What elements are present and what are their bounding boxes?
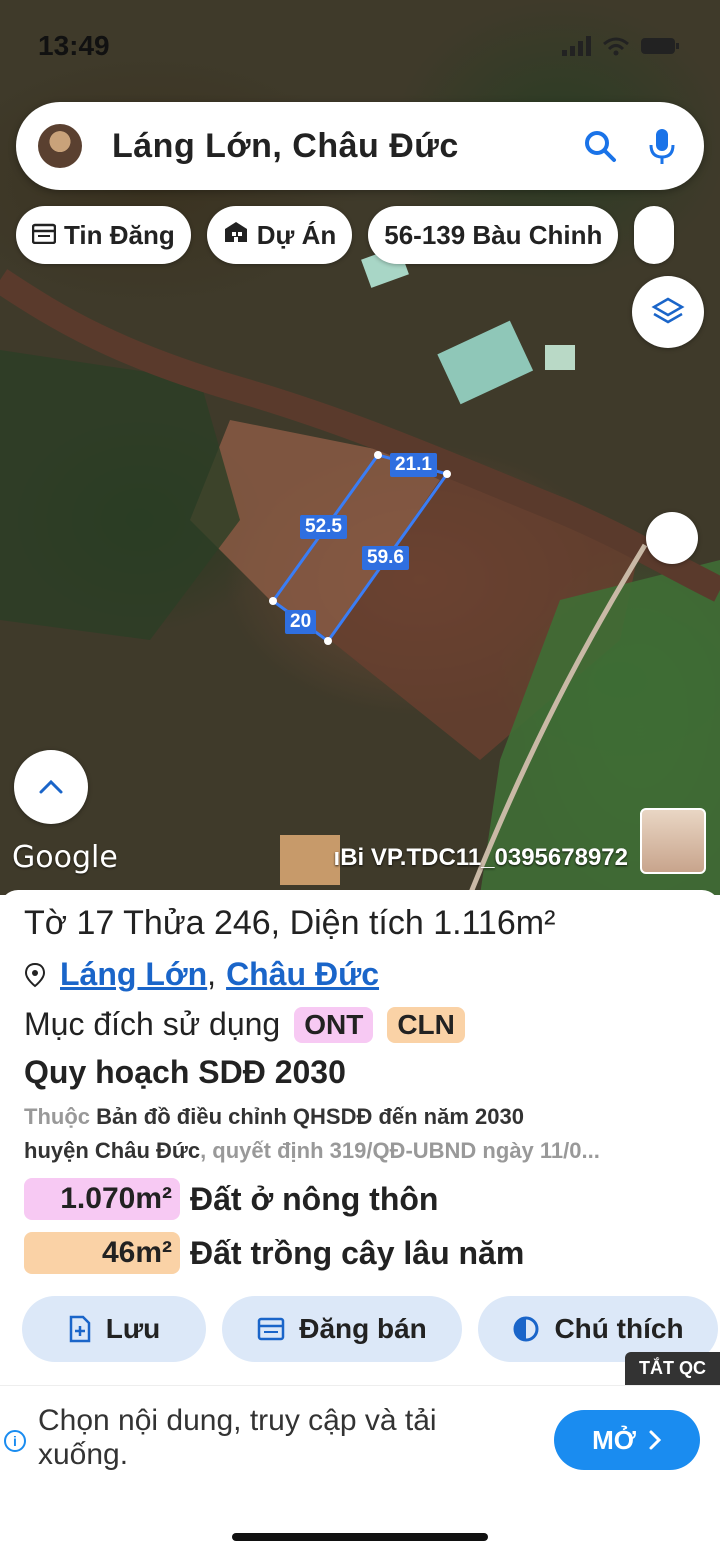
location-dot-button[interactable] (646, 512, 698, 564)
chevron-up-icon (39, 779, 63, 794)
layers-button[interactable] (632, 276, 704, 348)
tag-ont[interactable]: ONT (294, 1006, 374, 1043)
save-label: Lưu (105, 1313, 161, 1344)
save-button[interactable]: Lưu (22, 1296, 206, 1362)
post-for-sale-button[interactable]: Đăng bán (222, 1296, 462, 1362)
plan-map-name[interactable]: Bản đồ điều chỉnh QHSDĐ đến năm 2030 (96, 1104, 524, 1129)
layers-icon (651, 297, 685, 324)
chip-tin-dang[interactable]: Tin Đăng (16, 206, 191, 264)
signal-icon (562, 36, 591, 56)
status-time: 13:49 (38, 30, 110, 61)
calendar-icon (31, 220, 57, 251)
avatar[interactable] (38, 124, 82, 168)
map-credit: ıBi VP.TDC11_0395678972 (333, 844, 628, 871)
plan-description: Thuộc Bản đồ điều chỉnh QHSDĐ đến năm 20… (24, 1100, 714, 1168)
chip-label: Dự Án (256, 219, 337, 250)
ad-banner[interactable]: i Chọn nội dung, truy cập và tải xuống. … (0, 1385, 720, 1495)
chip-bau-chinh[interactable]: 56-139 Bàu Chinh (368, 206, 619, 264)
hide-ads-button[interactable]: TẮT QC (625, 1352, 720, 1385)
info-icon[interactable]: i (4, 1430, 26, 1452)
area-label: Đất ở nông thôn (190, 1180, 439, 1217)
google-logo: Google (12, 840, 118, 875)
location-district-link[interactable]: Châu Đức (226, 956, 379, 993)
calendar-icon (257, 1317, 285, 1341)
legend-label: Chú thích (554, 1313, 684, 1344)
plan-prefix: Thuộc (24, 1104, 90, 1129)
chevron-right-icon (649, 1430, 662, 1450)
post-label: Đăng bán (299, 1313, 427, 1344)
measure-bottom: 20 (285, 610, 317, 634)
plan-map-name-2[interactable]: huyện Châu Đức (24, 1138, 200, 1163)
area-value: 1.070m² (24, 1178, 180, 1220)
plan-decision: , quyết định 319/QĐ-UBND ngày 11/0... (200, 1138, 600, 1163)
location-pin-icon (24, 962, 46, 987)
wifi-icon (603, 37, 629, 56)
area-value: 46m² (24, 1232, 180, 1274)
filter-chips: Tin Đăng Dự Án 56-139 Bàu Chinh (16, 206, 675, 264)
area-row-ont: 1.070m² Đất ở nông thôn (24, 1178, 438, 1220)
purpose-label: Mục đích sử dụng (24, 1006, 281, 1042)
area-row-cln: 46m² Đất trồng cây lâu năm (24, 1232, 524, 1274)
ad-open-button[interactable]: MỞ (554, 1410, 700, 1470)
measure-top: 21.1 (390, 453, 437, 477)
purpose-row: Mục đích sử dụng ONT CLN (24, 1006, 465, 1043)
location-ward-link[interactable]: Láng Lớn (60, 956, 207, 993)
credit-photo[interactable] (640, 808, 706, 874)
plan-title: Quy hoạch SDĐ 2030 (24, 1054, 346, 1090)
add-file-icon (69, 1315, 90, 1343)
building-icon (223, 220, 249, 251)
microphone-icon[interactable] (642, 126, 682, 166)
tag-cln[interactable]: CLN (387, 1006, 465, 1043)
ad-text: Chọn nội dung, truy cập và tải xuống. (38, 1404, 437, 1471)
contrast-icon (513, 1316, 539, 1342)
home-indicator[interactable] (232, 1533, 488, 1541)
measure-right: 59.6 (362, 546, 409, 570)
parcel-sheet: Tờ 17 Thửa 246, Diện tích 1.116m² Láng L… (0, 890, 720, 1559)
parcel-title: Tờ 17 Thửa 246, Diện tích 1.116m² (24, 904, 556, 942)
location-separator: , (207, 956, 217, 992)
area-label: Đất trồng cây lâu năm (190, 1234, 525, 1271)
parcel-location: Láng Lớn , Châu Đức (24, 956, 379, 993)
chip-label: 56-139 Bàu Chinh (384, 219, 603, 250)
map-view[interactable]: 21.1 52.5 59.6 20 13:49 Láng Lớn, Châu Đ… (0, 0, 720, 895)
battery-icon (641, 38, 679, 54)
chip-du-an[interactable]: Dự Án (206, 206, 353, 264)
chip-label: Tin Đăng (64, 219, 175, 250)
search-icon[interactable] (580, 126, 620, 166)
expand-up-button[interactable] (14, 750, 88, 824)
search-title[interactable]: Láng Lớn, Châu Đức (112, 127, 580, 166)
status-icons (562, 36, 680, 56)
action-buttons: Lưu Đăng bán Chú thích (22, 1296, 718, 1362)
ad-open-label: MỞ (592, 1424, 636, 1455)
chip-more[interactable] (634, 206, 675, 264)
search-bar[interactable]: Láng Lớn, Châu Đức (16, 102, 704, 190)
measure-left: 52.5 (300, 515, 347, 539)
